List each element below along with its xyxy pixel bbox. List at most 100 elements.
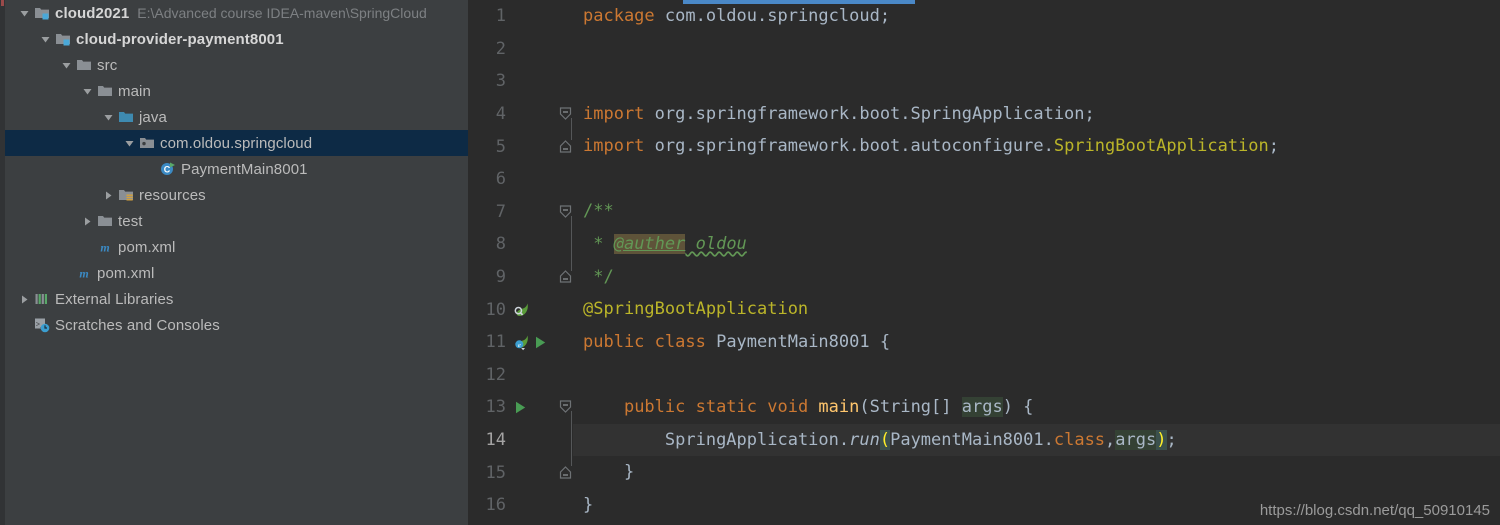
- fold-marker[interactable]: [556, 204, 574, 220]
- tree-item-label: main: [118, 82, 151, 100]
- chevron-down-icon[interactable]: [38, 34, 53, 45]
- tree-item-resources[interactable]: resources: [5, 182, 468, 208]
- tree-item-pom-xml[interactable]: m pom.xml: [5, 260, 468, 286]
- code-line-8[interactable]: 8 * @auther oldou: [468, 228, 1500, 261]
- code-text: public static void main(String[] args) {: [574, 396, 1500, 417]
- code-line-11[interactable]: 11 e public class PaymentMain8001 {: [468, 326, 1500, 359]
- code-text: import org.springframework.boot.SpringAp…: [574, 103, 1500, 124]
- tree-item-label: cloud-provider-payment8001: [76, 30, 284, 48]
- chevron-down-icon[interactable]: [80, 86, 95, 97]
- token-javadoc-close: */: [583, 266, 614, 287]
- fold-marker[interactable]: [556, 399, 574, 415]
- tree-item-label: pom.xml: [118, 238, 176, 256]
- line-number: 2: [495, 38, 506, 59]
- run-gutter-icon[interactable]: [533, 335, 548, 350]
- code-line-12[interactable]: 12: [468, 359, 1500, 392]
- code-editor[interactable]: 1 package com.oldou.springcloud; 2 3 4 import…: [468, 0, 1500, 525]
- code-line-15[interactable]: 15 }: [468, 456, 1500, 489]
- tree-item-label: Scratches and Consoles: [55, 316, 220, 334]
- chevron-right-icon[interactable]: [80, 216, 95, 227]
- spring-bean-icon[interactable]: [513, 301, 530, 318]
- token-semicolon: ;: [1166, 429, 1177, 450]
- token-javadoc-author: oldou: [685, 233, 747, 254]
- chevron-down-icon[interactable]: [122, 138, 137, 149]
- fold-marker[interactable]: [556, 465, 574, 481]
- module-folder-icon: [53, 31, 73, 47]
- token-keyword: package: [583, 5, 655, 26]
- line-number: 11: [485, 332, 506, 353]
- token-comma: ,: [1105, 429, 1116, 450]
- chevron-right-icon[interactable]: [17, 294, 32, 305]
- tree-item-label: External Libraries: [55, 290, 174, 308]
- token-import-path: org.springframework.boot.SpringApplicati…: [644, 103, 1095, 124]
- error-stripe-mark: [1, 0, 4, 6]
- code-line-6[interactable]: 6: [468, 163, 1500, 196]
- code-line-4[interactable]: 4 import org.springframework.boot.SpringA…: [468, 98, 1500, 131]
- code-line-5[interactable]: 5 import org.springframework.boot.autocon…: [468, 130, 1500, 163]
- token-keyword-class: class: [644, 331, 717, 352]
- chevron-right-icon[interactable]: [101, 190, 116, 201]
- libraries-icon: [32, 291, 52, 307]
- gutter-icons[interactable]: [508, 400, 556, 415]
- code-line-7[interactable]: 7 /**: [468, 196, 1500, 229]
- code-text: public class PaymentMain8001 {: [574, 331, 1500, 352]
- tree-item-scratches-and-consoles[interactable]: >_ Scratches and Consoles: [5, 312, 468, 338]
- package-icon: [137, 135, 157, 151]
- idea-window: cloud2021 E:\Advanced course IDEA-maven\S…: [0, 0, 1500, 525]
- code-text: */: [574, 266, 1500, 287]
- tree-item-main[interactable]: main: [5, 78, 468, 104]
- tree-item-label: cloud2021: [55, 4, 130, 22]
- line-number: 7: [495, 201, 506, 222]
- code-line-3[interactable]: 3: [468, 65, 1500, 98]
- chevron-down-icon[interactable]: [17, 8, 32, 19]
- project-tree-panel[interactable]: cloud2021 E:\Advanced course IDEA-maven\S…: [5, 0, 468, 525]
- token-package-name: com.oldou.springcloud;: [654, 5, 891, 26]
- code-line-13[interactable]: 13 public static void main(String[] args…: [468, 391, 1500, 424]
- watermark-text: https://blog.csdn.net/qq_50910145: [1259, 502, 1490, 519]
- token-javadoc-star: *: [583, 233, 614, 254]
- code-text: package com.oldou.springcloud;: [574, 5, 1500, 26]
- run-gutter-icon[interactable]: [513, 400, 528, 415]
- tree-item-cloud2021[interactable]: cloud2021 E:\Advanced course IDEA-maven\S…: [5, 0, 468, 26]
- tree-item-java[interactable]: java: [5, 104, 468, 130]
- code-text: }: [574, 464, 1500, 481]
- folder-icon: [74, 57, 94, 73]
- token-modifiers: public static void: [623, 396, 819, 417]
- fold-marker[interactable]: [556, 139, 574, 155]
- code-line-1[interactable]: 1 package com.oldou.springcloud;: [468, 0, 1500, 33]
- token-method-call: run: [849, 429, 880, 450]
- chevron-down-icon[interactable]: [59, 60, 74, 71]
- code-line-10[interactable]: 10 @SpringBootApplication: [468, 293, 1500, 326]
- gutter-icons[interactable]: e: [508, 334, 556, 351]
- fold-guide-line: [571, 411, 572, 467]
- gutter-icons[interactable]: [508, 301, 556, 318]
- code-lines-container[interactable]: 1 package com.oldou.springcloud; 2 3 4 import…: [468, 0, 1500, 525]
- token-keyword: public: [583, 331, 645, 352]
- tree-item-com-oldou-springcloud[interactable]: com.oldou.springcloud: [5, 130, 468, 156]
- tree-item-cloud-provider-payment8001[interactable]: cloud-provider-payment8001: [5, 26, 468, 52]
- tree-item-pom-xml[interactable]: m pom.xml: [5, 234, 468, 260]
- token-annotation: @SpringBootApplication: [583, 299, 809, 320]
- svg-text:C: C: [164, 165, 171, 175]
- tree-item-external-libraries[interactable]: External Libraries: [5, 286, 468, 312]
- code-line-14[interactable]: 14 SpringApplication.run(PaymentMain8001…: [468, 423, 1500, 457]
- line-number: 9: [495, 267, 506, 288]
- code-line-9[interactable]: 9 */: [468, 261, 1500, 294]
- token-class-ref: SpringApplication.: [664, 429, 850, 450]
- fold-marker[interactable]: [556, 269, 574, 285]
- line-number: 10: [485, 299, 506, 320]
- tree-item-paymentmain8001[interactable]: C PaymentMain8001: [5, 156, 468, 182]
- line-number: 14: [485, 430, 506, 451]
- tree-item-label: com.oldou.springcloud: [160, 134, 313, 152]
- tree-item-src[interactable]: src: [5, 52, 468, 78]
- code-line-2[interactable]: 2: [468, 33, 1500, 66]
- svg-text:m: m: [100, 241, 109, 255]
- spring-boot-config-icon[interactable]: e: [513, 334, 530, 351]
- chevron-down-icon[interactable]: [101, 112, 116, 123]
- line-number: 4: [495, 104, 506, 125]
- token-keyword: import: [583, 136, 645, 157]
- fold-marker[interactable]: [556, 106, 574, 122]
- fold-guide-line: [571, 215, 572, 271]
- maven-icon: m: [95, 239, 115, 255]
- tree-item-test[interactable]: test: [5, 208, 468, 234]
